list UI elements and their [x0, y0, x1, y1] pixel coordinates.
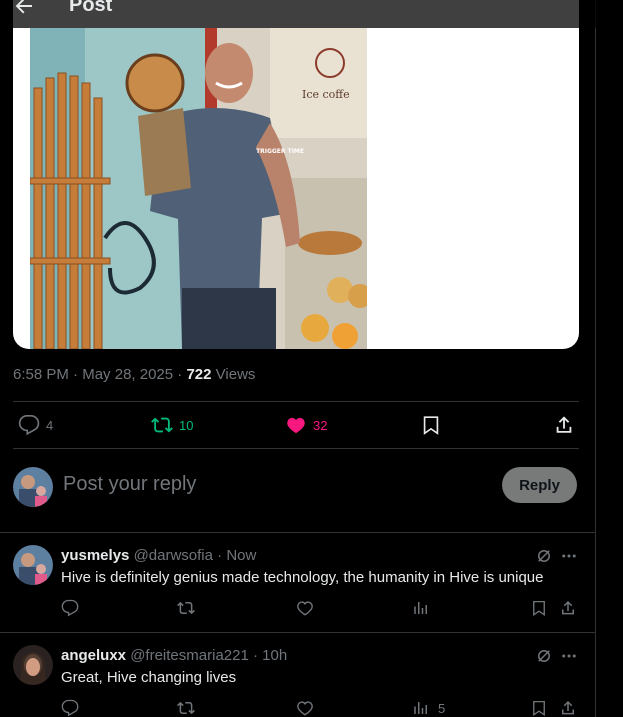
comment-repost-button[interactable]: [177, 699, 195, 717]
top-bar: Post: [0, 0, 596, 28]
comment-time[interactable]: 10h: [262, 647, 287, 664]
share-icon: [556, 416, 572, 433]
comment-action-bar: 5: [61, 699, 581, 717]
heart-icon: [297, 701, 313, 716]
post-time: 6:58 PM: [13, 366, 69, 383]
comment-views-count: 5: [438, 700, 446, 716]
comment-reply-button[interactable]: [61, 699, 79, 717]
comment-text: Hive is definitely genius made technolog…: [61, 569, 544, 586]
reply-icon: [18, 415, 40, 436]
views-count: 722: [186, 366, 212, 383]
repost-action[interactable]: 10: [151, 414, 193, 436]
comment-action-bar: [61, 599, 581, 621]
reply-composer: Post your reply Reply: [0, 449, 596, 533]
grok-icon[interactable]: [535, 547, 553, 565]
page-title: Post: [69, 0, 113, 16]
post-column: Ice coffe TRIGGER TIME Post 6:58 PM · Ma…: [0, 0, 596, 717]
repost-icon: [177, 701, 195, 715]
analytics-icon: [414, 702, 427, 714]
comment-item[interactable]: yusmelys @darwsofia · Now Hive is defini…: [0, 533, 596, 633]
share-icon: [562, 600, 574, 615]
comment-author-handle[interactable]: @darwsofia: [134, 547, 213, 564]
comment-reply-button[interactable]: [61, 599, 79, 617]
comment-share-button[interactable]: [559, 599, 577, 617]
avatar[interactable]: [13, 645, 53, 685]
reply-icon: [61, 599, 79, 617]
like-count: 32: [313, 417, 328, 433]
comment-time[interactable]: Now: [226, 547, 256, 564]
bookmark-action[interactable]: [420, 414, 442, 436]
views-label: Views: [215, 366, 256, 383]
avatar[interactable]: [13, 545, 53, 585]
comment-views-button[interactable]: 5: [412, 699, 445, 717]
avatar[interactable]: [13, 467, 53, 507]
post-action-bar: 4 10 32: [13, 402, 579, 448]
comment-header: angeluxx @freitesmaria221 · 10h: [61, 647, 288, 664]
comment-item[interactable]: angeluxx @freitesmaria221 · 10h Great, H…: [0, 633, 596, 717]
reply-action[interactable]: 4: [18, 414, 53, 436]
comment-views-button[interactable]: [412, 599, 438, 617]
like-action[interactable]: 32: [285, 414, 327, 436]
post-timestamp[interactable]: 6:58 PM · May 28, 2025 · 722 Views: [13, 366, 255, 383]
repost-count: 10: [179, 417, 194, 433]
comment-like-button[interactable]: [296, 699, 314, 717]
comment-author-handle[interactable]: @freitesmaria221: [130, 647, 249, 664]
heart-filled-icon: [287, 417, 305, 434]
reply-input[interactable]: Post your reply: [63, 473, 196, 496]
repost-icon: [177, 601, 195, 615]
reply-count: 4: [46, 417, 54, 433]
share-action[interactable]: [553, 414, 575, 436]
comment-text: Great, Hive changing lives: [61, 669, 237, 686]
arrow-left-icon[interactable]: [12, 0, 36, 18]
reply-button[interactable]: Reply: [502, 467, 577, 503]
more-options-icon[interactable]: [560, 647, 578, 665]
more-options-icon[interactable]: [560, 547, 578, 565]
shirt-logo-text: TRIGGER TIME: [256, 148, 304, 155]
comment-share-button[interactable]: [559, 699, 577, 717]
bookmark-icon: [533, 600, 545, 617]
bookmark-icon: [423, 416, 439, 435]
comment-like-button[interactable]: [296, 599, 314, 617]
analytics-icon: [414, 602, 427, 614]
heart-icon: [297, 601, 313, 616]
grok-icon[interactable]: [535, 647, 553, 665]
post-photo[interactable]: Ice coffe TRIGGER TIME: [30, 28, 367, 349]
repost-icon: [151, 417, 173, 433]
comment-bookmark-button[interactable]: [530, 599, 548, 617]
share-icon: [562, 700, 574, 715]
comment-repost-button[interactable]: [177, 599, 195, 617]
comment-header: yusmelys @darwsofia · Now: [61, 547, 257, 564]
post-media-card[interactable]: Ice coffe TRIGGER TIME: [13, 0, 579, 349]
post-date: May 28, 2025: [82, 366, 174, 383]
bookmark-icon: [533, 700, 545, 717]
comment-author-name[interactable]: angeluxx: [61, 647, 126, 664]
comment-author-name[interactable]: yusmelys: [61, 547, 129, 564]
reply-icon: [61, 699, 79, 717]
comment-bookmark-button[interactable]: [530, 699, 548, 717]
sign-text: Ice coffe: [302, 88, 350, 101]
